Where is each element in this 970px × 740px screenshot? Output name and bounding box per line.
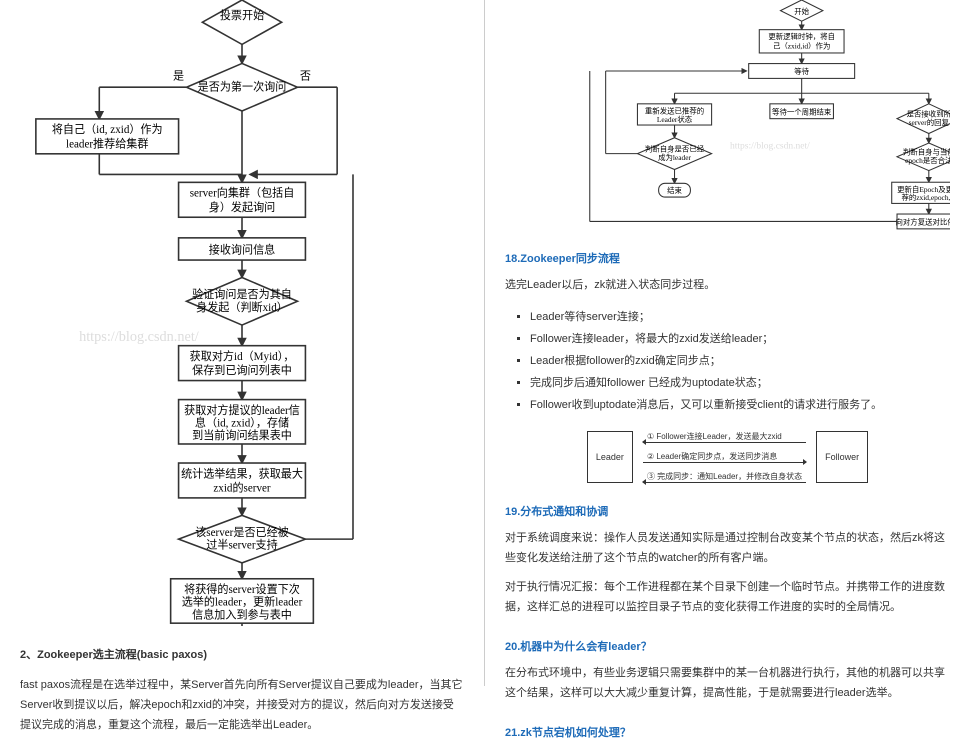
page-left: 投票开始 是否为第一次询问 是 否 将自己（id, zxid）作为 leader… <box>0 0 485 686</box>
svg-text:保存到已询问列表中: 保存到已询问列表中 <box>192 363 292 377</box>
list-18: Leader等待server连接； Follower连接leader，将最大的z… <box>530 306 950 416</box>
left-heading: 2、Zookeeper选主流程(basic paxos) <box>20 646 464 666</box>
svg-text:该server是否已经被: 该server是否已经被 <box>195 525 289 539</box>
heading-19: 19.分布式通知和协调 <box>505 503 950 519</box>
fc-r3: 接收询问信息 <box>209 243 275 257</box>
svg-text:将获得的server设置下次: 将获得的server设置下次 <box>184 582 300 596</box>
watermark-left: https://blog.csdn.net/ <box>79 329 199 345</box>
watermark-right: https://blog.csdn.net/ <box>730 141 810 151</box>
heading-21: 21.zk节点宕机如何处理？ <box>505 724 950 740</box>
svg-text:server的回复: server的回复 <box>909 117 950 127</box>
sync-a2: ② Leader确定同步点，发送同步消息 <box>643 451 806 463</box>
p19a: 对于系统调度来说：操作人员发送通知实际是通过控制台改变某个节点的状态，然后zk将… <box>505 529 950 569</box>
svg-text:己（zxid,id）作为: 己（zxid,id）作为 <box>773 41 830 51</box>
svg-text:到当前询问结果表中: 到当前询问结果表中 <box>192 428 292 442</box>
fc-start: 投票开始 <box>220 8 264 22</box>
p18: 选完Leader以后，zk就进入状态同步过程。 <box>505 276 950 296</box>
sync-leader: Leader <box>587 431 633 483</box>
svg-text:过半server支持: 过半server支持 <box>206 538 277 552</box>
fc-d1: 是否为第一次询问 <box>198 79 287 93</box>
fc2-r5: 向对方复送对比依据 <box>895 217 950 227</box>
sync-arrows: ① Follower连接Leader，发送最大zxid ② Leader确定同步… <box>643 431 806 483</box>
page-right: 开始 更新逻辑时钟，将自 己（zxid,id）作为 等待 重新发送已推荐的 Le… <box>485 0 970 686</box>
fc2-wait: 等待 <box>794 66 809 76</box>
svg-text:Leader状态: Leader状态 <box>657 114 693 124</box>
svg-text:获取对方id（Myid），: 获取对方id（Myid）， <box>190 349 295 363</box>
svg-text:息（id, zxid），存储: 息（id, zxid），存储 <box>195 416 289 430</box>
svg-text:统计选举结果，获取最大: 统计选举结果，获取最大 <box>181 466 303 480</box>
svg-text:选举的leader，更新leader: 选举的leader，更新leader <box>182 595 303 609</box>
left-paragraph: fast paxos流程是在选举过程中，某Server首先向所有Server提议… <box>20 676 464 735</box>
svg-text:更新逻辑时钟，将自: 更新逻辑时钟，将自 <box>768 31 835 41</box>
fc2-r3: 等待一个周期结束 <box>772 106 832 116</box>
svg-text:zxid的server: zxid的server <box>213 481 271 495</box>
list-item: Follower收到uptodate消息后，又可以重新接受client的请求进行… <box>530 394 950 416</box>
list-item: Leader根据follower的zxid确定同步点； <box>530 350 950 372</box>
left-flowchart: 投票开始 是否为第一次询问 是 否 将自己（id, zxid）作为 leader… <box>20 0 464 626</box>
heading-20: 20.机器中为什么会有leader？ <box>505 638 950 654</box>
svg-text:成为leader: 成为leader <box>658 152 691 162</box>
svg-text:身）发起询问: 身）发起询问 <box>209 200 275 214</box>
fc-r2: server向集群（包括自 <box>190 186 295 200</box>
right-flowchart: 开始 更新逻辑时钟，将自 己（zxid,id）作为 等待 重新发送已推荐的 Le… <box>505 0 950 230</box>
svg-text:身发起（判断xid）: 身发起（判断xid） <box>196 300 288 314</box>
fc-no: 否 <box>300 70 311 82</box>
heading-18: 18.Zookeeper同步流程 <box>505 250 950 266</box>
list-item: Follower连接leader，将最大的zxid发送给leader； <box>530 328 950 350</box>
sync-diagram: Leader ① Follower连接Leader，发送最大zxid ② Lea… <box>505 431 950 483</box>
list-item: 完成同步后通知follower 已经成为uptodate状态； <box>530 372 950 394</box>
sync-follower: Follower <box>816 431 868 483</box>
fc-yes: 是 <box>173 69 184 82</box>
svg-text:leader推荐给集群: leader推荐给集群 <box>66 136 148 150</box>
sync-a1: ① Follower连接Leader，发送最大zxid <box>643 431 806 443</box>
svg-text:epoch是否合法: epoch是否合法 <box>905 155 950 165</box>
svg-text:荐的zxid,epoch,id: 荐的zxid,epoch,id <box>901 192 950 202</box>
flowchart-svg-right: 开始 更新逻辑时钟，将自 己（zxid,id）作为 等待 重新发送已推荐的 Le… <box>505 0 950 244</box>
list-item: Leader等待server连接； <box>530 306 950 328</box>
svg-text:验证询问是否为其自: 验证询问是否为其自 <box>192 287 292 301</box>
fc2-start: 开始 <box>794 6 809 16</box>
p20: 在分布式环境中，有些业务逻辑只需要集群中的某一台机器进行执行，其他的机器可以共享… <box>505 664 950 704</box>
svg-text:信息加入到参与表中: 信息加入到参与表中 <box>192 607 292 621</box>
sync-a3: ③ 完成同步：通知Leader，并修改自身状态 <box>643 471 806 483</box>
fc2-end: 结束 <box>667 185 682 195</box>
p19b: 对于执行情况汇报：每个工作进程都在某个目录下创建一个临时节点。并携带工作的进度数… <box>505 578 950 618</box>
svg-text:获取对方提议的leader信: 获取对方提议的leader信 <box>184 403 300 417</box>
fc-r1: 将自己（id, zxid）作为 <box>52 123 163 136</box>
flowchart-svg-left: 投票开始 是否为第一次询问 是 否 将自己（id, zxid）作为 leader… <box>20 0 464 626</box>
